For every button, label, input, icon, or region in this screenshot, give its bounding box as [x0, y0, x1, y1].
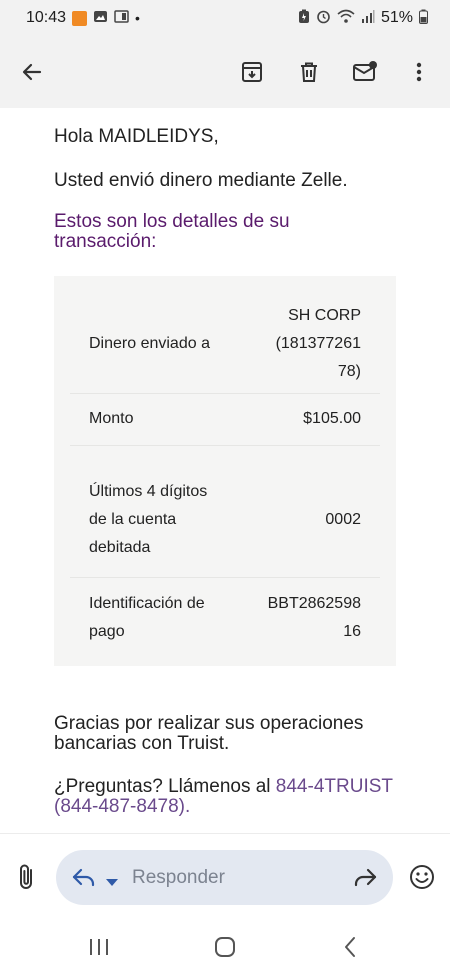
reply-placeholder: Responder	[132, 867, 225, 888]
value-line: BBT2862598	[267, 595, 361, 612]
row-value: SH CORP (181377261 78)	[276, 302, 361, 386]
reply-bar: Responder	[0, 833, 450, 919]
battery-saver-icon	[298, 9, 310, 28]
sent-text: Usted envió dinero mediante Zelle.	[54, 170, 348, 191]
app-notification-icon	[72, 10, 88, 26]
label-line: Identificación de	[89, 595, 205, 612]
gallery-icon	[93, 9, 108, 28]
label-line: de la cuenta	[89, 511, 177, 528]
battery-percent: 51%	[380, 9, 413, 26]
attach-icon[interactable]	[14, 863, 40, 896]
transaction-details-card: Dinero enviado a SH CORP (181377261 78) …	[54, 276, 396, 666]
mark-unread-icon[interactable]	[347, 54, 383, 90]
forward-icon[interactable]	[352, 865, 378, 894]
back-icon[interactable]	[342, 936, 358, 963]
greeting: Hola MAIDLEIDYS,	[54, 126, 219, 147]
row-label: Últimos 4 dígitos de la cuenta debitada	[89, 478, 207, 562]
archive-icon[interactable]	[234, 54, 270, 90]
label-line: debitada	[89, 539, 151, 556]
questions-text: ¿Preguntas? Llámenos al 844-4TRUIST (844…	[54, 777, 404, 817]
alarm-icon	[316, 9, 331, 28]
system-nav-bar	[0, 919, 450, 975]
screen-icon	[114, 9, 129, 28]
email-toolbar	[0, 36, 450, 108]
emoji-icon[interactable]	[408, 863, 436, 896]
status-dot: •	[135, 10, 140, 26]
details-heading: Estos son los detalles de su transacción…	[54, 211, 290, 252]
value-line: SH CORP	[288, 307, 361, 324]
reply-icon[interactable]	[71, 865, 97, 894]
row-value: 0002	[325, 511, 361, 528]
value-line: 16	[343, 623, 361, 640]
reply-input[interactable]: Responder	[56, 850, 393, 905]
detail-row-amount: Monto $105.00	[70, 394, 380, 446]
row-label: Identificación de pago	[89, 590, 205, 646]
detail-row-account: Últimos 4 dígitos de la cuenta debitada …	[70, 446, 380, 578]
recents-icon[interactable]	[88, 937, 110, 962]
row-value: BBT2862598 16	[268, 590, 361, 646]
status-left: 10:43 •	[26, 9, 140, 28]
questions-suffix: .	[184, 796, 191, 817]
more-vert-icon[interactable]	[401, 54, 437, 90]
label-line: pago	[89, 623, 125, 640]
dropdown-icon[interactable]	[106, 874, 118, 892]
signal-icon	[361, 9, 375, 28]
row-value: $105.00	[303, 410, 361, 427]
value-line: 78)	[337, 363, 361, 380]
value-line: (181377261	[275, 335, 361, 352]
delete-icon[interactable]	[291, 54, 327, 90]
row-label: Monto	[89, 410, 134, 427]
home-icon[interactable]	[213, 935, 237, 964]
thanks-text: Gracias por realizar sus operaciones ban…	[54, 713, 364, 754]
status-right: 51%	[298, 9, 428, 28]
status-bar: 10:43 • 51%	[0, 0, 450, 36]
battery-icon	[419, 9, 428, 28]
row-label: Dinero enviado a	[89, 335, 210, 352]
detail-row-recipient: Dinero enviado a SH CORP (181377261 78)	[70, 294, 380, 394]
label-line: Últimos 4 dígitos	[89, 483, 208, 500]
wifi-icon	[337, 9, 355, 28]
questions-prefix: ¿Preguntas? Llámenos al	[54, 776, 276, 797]
back-arrow-icon[interactable]	[14, 54, 50, 90]
status-time: 10:43	[26, 9, 67, 26]
detail-row-payment-id: Identificación de pago BBT2862598 16	[70, 578, 380, 650]
